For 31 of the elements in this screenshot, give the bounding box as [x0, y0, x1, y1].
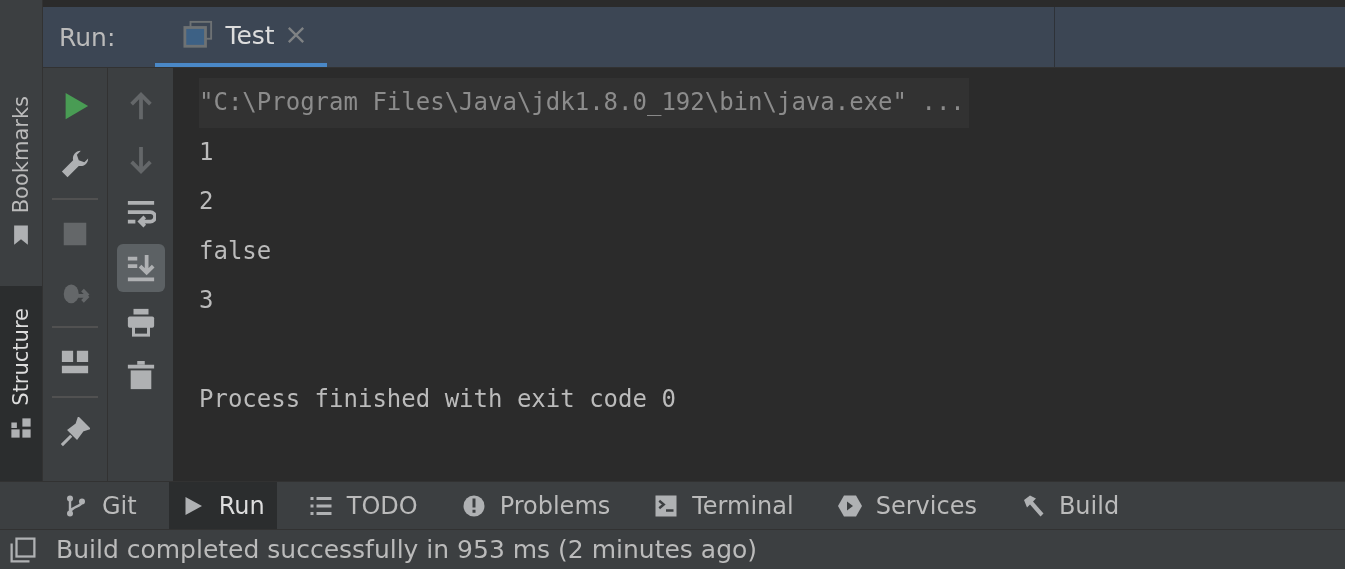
warning-icon: [461, 493, 486, 518]
console-line: 1: [199, 136, 214, 168]
console-line: Process finished with exit code 0: [199, 384, 676, 415]
scroll-to-end-icon: [125, 253, 156, 283]
panel-toggle-icon[interactable]: [10, 536, 36, 563]
tool-window-tab[interactable]: Git: [52, 482, 149, 529]
console-line: 2: [199, 186, 214, 217]
panel-title: Run:: [59, 22, 116, 52]
trash-icon: [125, 361, 156, 391]
console-line: 3: [199, 285, 214, 316]
branch-icon: [64, 493, 88, 518]
structure-icon: [10, 415, 32, 440]
soft-wrap-icon: [125, 199, 156, 229]
tool-window-tab[interactable]: Terminal: [642, 482, 806, 529]
side-tab[interactable]: Structure: [0, 286, 42, 481]
side-tab[interactable]: Bookmarks: [0, 0, 42, 286]
console-window-icon: [183, 20, 214, 50]
tool-window-tab[interactable]: Run: [168, 482, 277, 529]
printer-icon: [125, 307, 156, 337]
toolbar-button[interactable]: [116, 244, 165, 292]
status-message: Build completed successfully in 953 ms (2 minutes ago): [56, 535, 758, 564]
tool-window-tab[interactable]: Problems: [449, 482, 623, 529]
terminal-icon: [654, 493, 679, 518]
tool-window-tab[interactable]: Build: [1008, 482, 1132, 529]
tool-window-tab[interactable]: TODO: [296, 482, 430, 529]
services-icon: [837, 493, 862, 518]
close-icon[interactable]: [286, 26, 305, 44]
tool-window-tab[interactable]: Services: [825, 482, 989, 529]
wrench-icon: [60, 149, 90, 179]
console-line: false: [199, 235, 272, 267]
pin-icon: [60, 417, 90, 447]
